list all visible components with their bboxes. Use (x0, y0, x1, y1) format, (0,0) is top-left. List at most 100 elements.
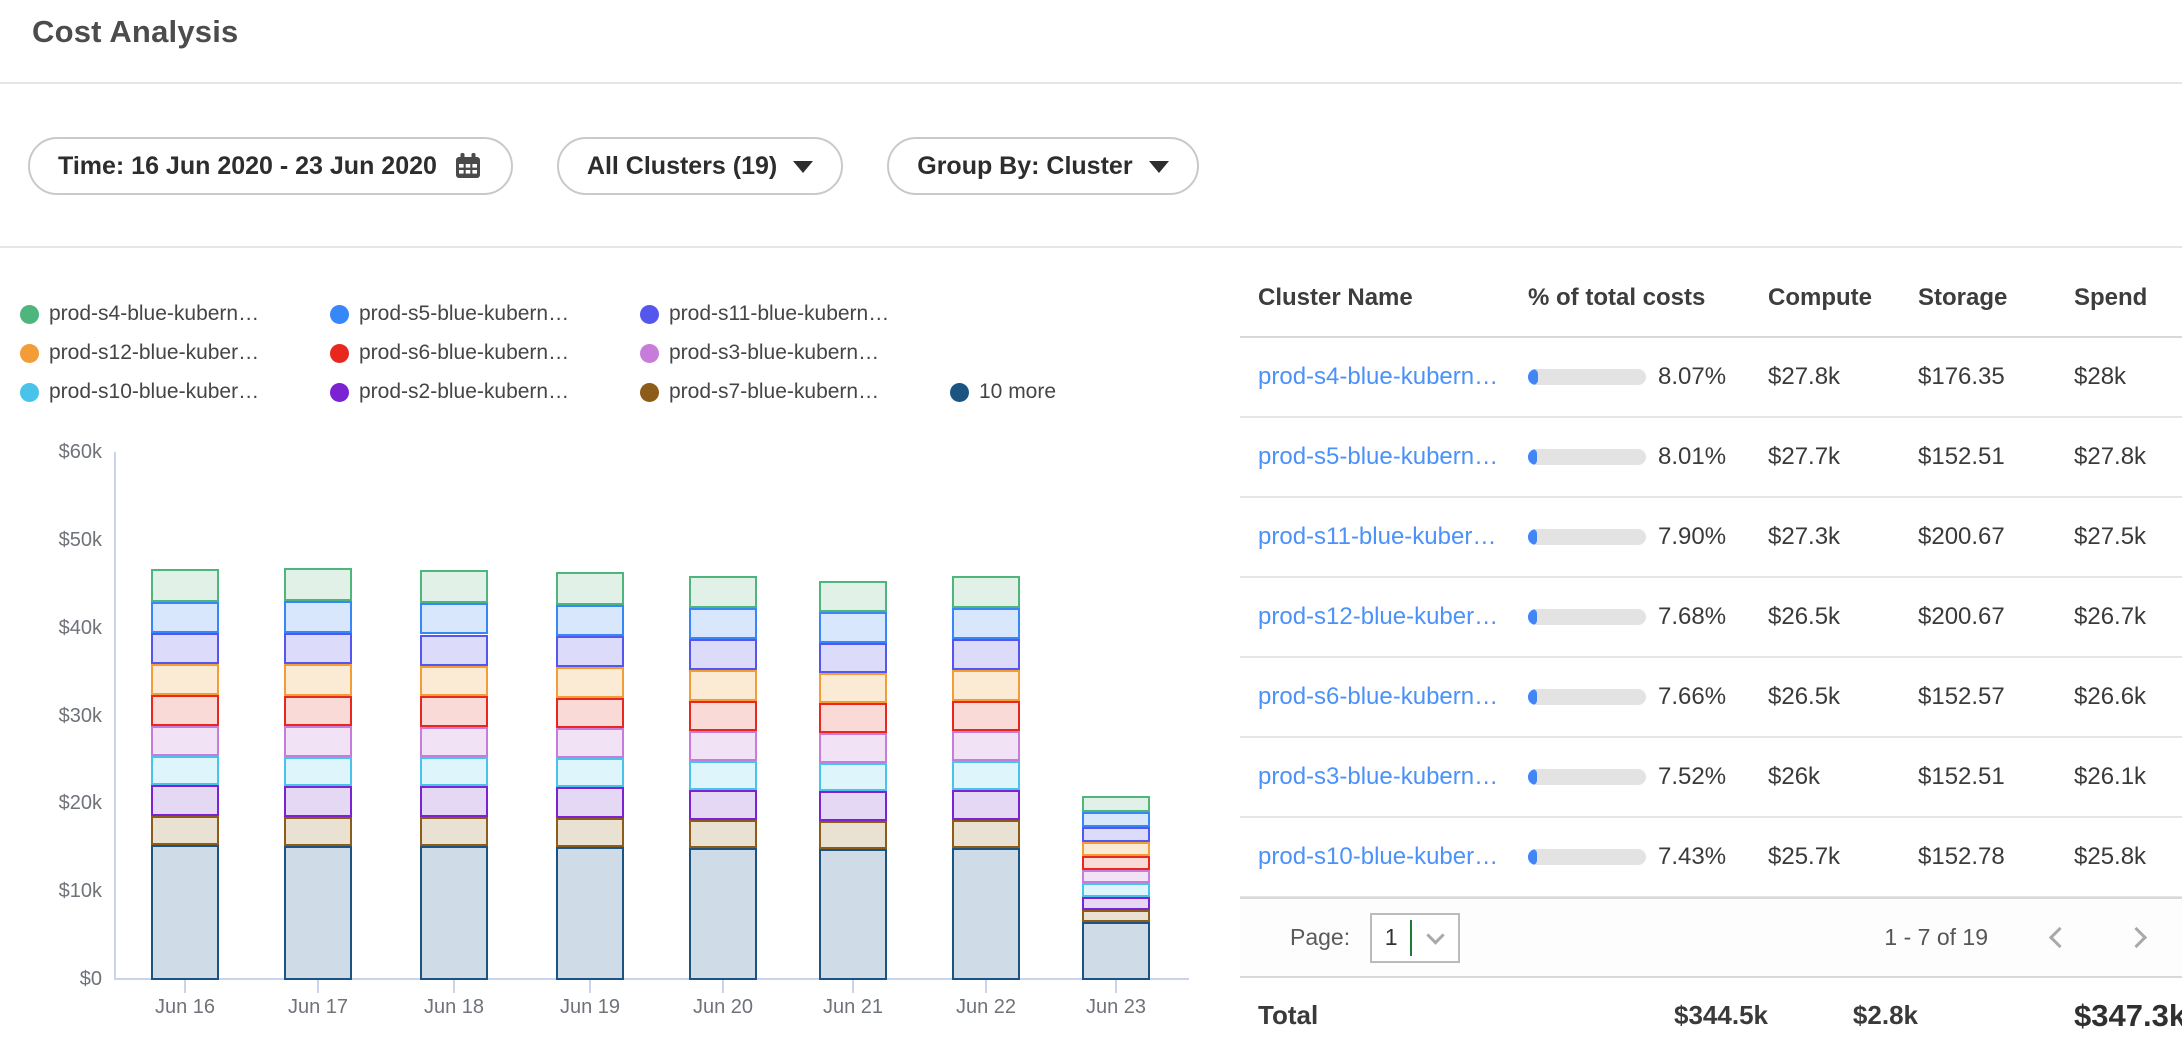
bar-segment[interactable] (952, 790, 1020, 820)
legend-item[interactable]: prod-s6-blue-kubern… (330, 341, 569, 365)
bar-segment[interactable] (952, 576, 1020, 608)
bar-segment[interactable] (556, 667, 624, 698)
cluster-name-link[interactable]: prod-s3-blue-kubern… (1258, 763, 1498, 790)
cluster-name-link[interactable]: prod-s5-blue-kubern… (1258, 443, 1498, 470)
bar-segment[interactable] (284, 846, 352, 980)
bar-segment[interactable] (151, 695, 219, 726)
bar-segment[interactable] (284, 726, 352, 756)
legend-item[interactable]: prod-s5-blue-kubern… (330, 302, 569, 326)
bar-segment[interactable] (420, 817, 488, 846)
bar-segment[interactable] (952, 608, 1020, 639)
bar-segment[interactable] (689, 820, 757, 849)
legend-item[interactable]: prod-s12-blue-kuber… (20, 341, 259, 365)
bar-segment[interactable] (819, 673, 887, 703)
bar-segment[interactable] (952, 639, 1020, 670)
bar-segment[interactable] (819, 643, 887, 673)
bar-segment[interactable] (689, 639, 757, 670)
bar-segment[interactable] (151, 602, 219, 634)
bar-segment[interactable] (1082, 910, 1150, 922)
bar-segment[interactable] (151, 816, 219, 845)
cluster-name-link[interactable]: prod-s4-blue-kubern… (1258, 363, 1498, 390)
bar-segment[interactable] (284, 817, 352, 846)
bar-segment[interactable] (1082, 842, 1150, 856)
bar-segment[interactable] (556, 787, 624, 817)
time-range-filter[interactable]: Time: 16 Jun 2020 - 23 Jun 2020 (28, 137, 513, 195)
bar-segment[interactable] (689, 731, 757, 761)
page-select[interactable]: 1 (1370, 913, 1460, 963)
bar-segment[interactable] (689, 848, 757, 980)
bar-segment[interactable] (420, 666, 488, 697)
cluster-name-link[interactable]: prod-s12-blue-kuber… (1258, 603, 1498, 630)
bar-segment[interactable] (1082, 796, 1150, 813)
bar-segment[interactable] (556, 818, 624, 847)
bar-segment[interactable] (952, 670, 1020, 701)
bar-segment[interactable] (151, 664, 219, 695)
bar-segment[interactable] (952, 731, 1020, 761)
bar-segment[interactable] (819, 612, 887, 643)
bar-segment[interactable] (420, 696, 488, 727)
clusters-filter-dropdown[interactable]: All Clusters (19) (557, 137, 843, 195)
bar-segment[interactable] (819, 849, 887, 980)
bar-segment[interactable] (689, 790, 757, 820)
previous-page-icon[interactable] (2049, 927, 2070, 948)
bar-segment[interactable] (420, 786, 488, 816)
bar-segment[interactable] (556, 605, 624, 637)
bar-segment[interactable] (284, 786, 352, 817)
bar-segment[interactable] (284, 757, 352, 786)
legend-item[interactable]: prod-s2-blue-kubern… (330, 380, 569, 404)
bar-segment[interactable] (1082, 812, 1150, 827)
next-page-icon[interactable] (2126, 927, 2147, 948)
legend-item[interactable]: 10 more (950, 380, 1056, 404)
bar-segment[interactable] (952, 701, 1020, 731)
bar-segment[interactable] (1082, 897, 1150, 910)
bar-segment[interactable] (1082, 856, 1150, 870)
bar-segment[interactable] (819, 821, 887, 849)
bar-segment[interactable] (151, 756, 219, 785)
bar-segment[interactable] (420, 757, 488, 786)
legend-item[interactable]: prod-s7-blue-kubern… (640, 380, 879, 404)
bar-segment[interactable] (689, 576, 757, 608)
bar-segment[interactable] (819, 581, 887, 613)
bar-segment[interactable] (819, 763, 887, 792)
bar-segment[interactable] (556, 636, 624, 667)
cluster-name-link[interactable]: prod-s10-blue-kuber… (1258, 843, 1498, 870)
legend-item[interactable]: prod-s11-blue-kubern… (640, 302, 889, 326)
bar-segment[interactable] (556, 728, 624, 758)
bar-segment[interactable] (819, 791, 887, 821)
bar-segment[interactable] (420, 727, 488, 757)
bar-segment[interactable] (952, 848, 1020, 980)
bar-segment[interactable] (1082, 883, 1150, 896)
bar-segment[interactable] (556, 572, 624, 604)
bar-segment[interactable] (151, 633, 219, 664)
bar-segment[interactable] (556, 758, 624, 787)
bar-segment[interactable] (420, 846, 488, 980)
bar-segment[interactable] (284, 633, 352, 664)
bar-segment[interactable] (556, 698, 624, 729)
bar-segment[interactable] (284, 696, 352, 727)
bar-segment[interactable] (1082, 922, 1150, 980)
bar-segment[interactable] (952, 761, 1020, 790)
cluster-name-link[interactable]: prod-s11-blue-kuber… (1258, 523, 1496, 550)
bar-segment[interactable] (819, 703, 887, 733)
legend-item[interactable]: prod-s3-blue-kubern… (640, 341, 879, 365)
cluster-name-link[interactable]: prod-s6-blue-kubern… (1258, 683, 1498, 710)
bar-segment[interactable] (689, 608, 757, 639)
group-by-dropdown[interactable]: Group By: Cluster (887, 137, 1198, 195)
bar-segment[interactable] (284, 568, 352, 601)
bar-segment[interactable] (151, 569, 219, 601)
legend-item[interactable]: prod-s4-blue-kubern… (20, 302, 259, 326)
bar-segment[interactable] (420, 570, 488, 602)
legend-item[interactable]: prod-s10-blue-kuber… (20, 380, 259, 404)
bar-segment[interactable] (151, 845, 219, 980)
bar-segment[interactable] (420, 603, 488, 635)
bar-segment[interactable] (689, 761, 757, 790)
bar-segment[interactable] (151, 726, 219, 756)
bar-segment[interactable] (151, 785, 219, 816)
bar-segment[interactable] (284, 601, 352, 633)
bar-segment[interactable] (689, 701, 757, 731)
bar-segment[interactable] (284, 664, 352, 695)
bar-segment[interactable] (819, 733, 887, 762)
bar-segment[interactable] (1082, 827, 1150, 841)
bar-segment[interactable] (689, 670, 757, 701)
bar-segment[interactable] (556, 847, 624, 980)
